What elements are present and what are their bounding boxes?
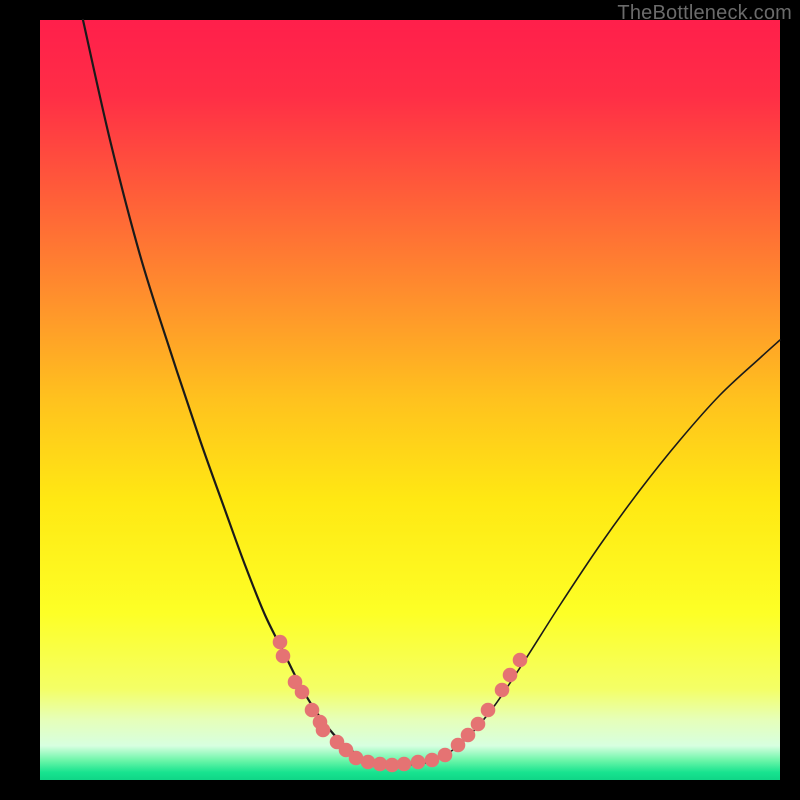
data-dot (276, 649, 291, 664)
data-dot (481, 703, 496, 718)
data-dot (461, 728, 476, 743)
data-dot (295, 685, 310, 700)
data-dot (397, 757, 412, 772)
data-dot (513, 653, 528, 668)
scatter-dots (273, 635, 528, 773)
data-dot (495, 683, 510, 698)
curve-right-branch (430, 340, 780, 762)
data-dot (425, 753, 440, 768)
data-dot (411, 755, 426, 770)
data-dot (316, 723, 331, 738)
data-dot (305, 703, 320, 718)
data-dot (471, 717, 486, 732)
data-dot (503, 668, 518, 683)
data-dot (438, 748, 453, 763)
plot-area (40, 20, 780, 780)
data-dot (273, 635, 288, 650)
curve-layer (40, 20, 780, 780)
chart-stage: TheBottleneck.com (0, 0, 800, 800)
curve-left-branch (83, 20, 370, 762)
